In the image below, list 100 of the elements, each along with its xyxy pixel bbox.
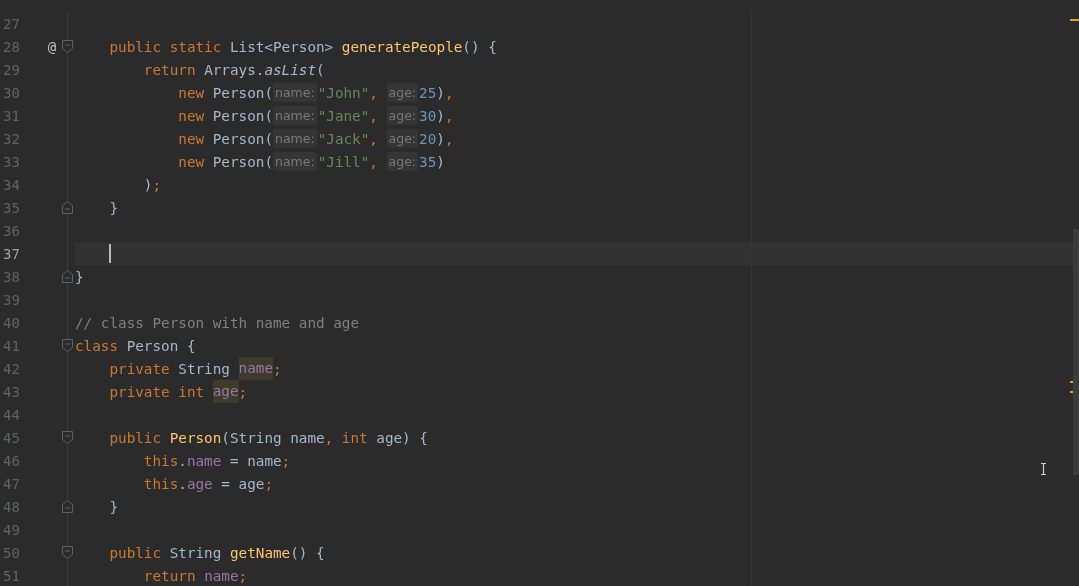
keyword: class: [75, 337, 120, 354]
code-text: Person(: [212, 84, 273, 101]
code-text: () {: [462, 38, 497, 55]
method-name: getName: [229, 544, 291, 561]
punctuation: ,: [369, 107, 379, 124]
number-literal: 30: [419, 107, 437, 124]
punctuation: ;: [281, 452, 291, 469]
punctuation: ,: [369, 153, 379, 170]
parameter-hint: age:: [386, 152, 419, 171]
method-name: Person: [169, 429, 222, 446]
scrollbar-thumb[interactable]: [1073, 229, 1079, 475]
punctuation: ,: [444, 107, 454, 124]
number-literal: 35: [419, 153, 437, 170]
number-literal: 20: [419, 130, 437, 147]
text-caret: [109, 244, 112, 263]
line-number: 33: [2, 153, 21, 170]
code-text: .: [178, 452, 187, 469]
punctuation: ,: [369, 130, 379, 147]
punctuation: ,: [324, 429, 335, 446]
fold-icon[interactable]: [62, 270, 73, 283]
fold-icon[interactable]: [62, 546, 73, 559]
fold-icon[interactable]: [62, 201, 73, 214]
punctuation: ;: [152, 176, 162, 193]
line-number: 46: [2, 452, 21, 469]
punctuation: ;: [264, 475, 273, 492]
fold-icon[interactable]: [62, 339, 73, 352]
line-number: 36: [2, 222, 21, 239]
parameter-hint: age:: [386, 129, 419, 148]
code-text: Person(: [212, 107, 273, 124]
comment: // class Person with name and age: [75, 314, 360, 331]
line-number: 34: [2, 176, 21, 193]
code-text: }: [75, 268, 84, 285]
code-text: ): [436, 130, 445, 147]
line-number: 51: [2, 567, 21, 584]
gutter-marker[interactable]: @: [47, 38, 57, 55]
fold-icon[interactable]: [62, 500, 73, 513]
keyword: public static: [108, 38, 223, 55]
line-number: 47: [2, 475, 21, 492]
string-literal: "Jill": [317, 153, 370, 170]
method-call: asList: [264, 61, 317, 78]
keyword: return: [142, 567, 197, 584]
line-number: 39: [2, 291, 21, 308]
line-number: 37: [2, 245, 21, 262]
fold-icon[interactable]: [62, 40, 73, 53]
line-number: 35: [2, 199, 21, 216]
parameter-hint: name:: [273, 83, 317, 102]
code-text: = age: [220, 475, 265, 492]
code-text: (: [316, 61, 325, 78]
parameter-hint: name:: [273, 106, 317, 125]
code-text: }: [108, 498, 119, 515]
line-number: 45: [2, 429, 21, 446]
string-literal: "John": [317, 84, 370, 101]
text-cursor-icon: [1040, 463, 1047, 475]
line-number: 41: [2, 337, 21, 354]
line-number: 28: [2, 38, 21, 55]
keyword: new: [177, 84, 206, 101]
keyword: return: [142, 61, 197, 78]
string-literal: "Jane": [317, 107, 370, 124]
punctuation: ,: [444, 130, 454, 147]
highlighted-field: name: [238, 357, 273, 380]
code-text: Person {: [126, 337, 196, 354]
line-number: 43: [2, 383, 21, 400]
code-text: String: [169, 544, 223, 561]
code-text: (String name: [221, 429, 325, 446]
keyword: this: [142, 475, 179, 492]
line-number: 31: [2, 107, 21, 124]
line-number: 48: [2, 498, 21, 515]
fold-icon[interactable]: [62, 431, 73, 444]
code-text: ): [436, 153, 445, 170]
parameter-hint: name:: [273, 129, 317, 148]
keyword: private int: [108, 383, 206, 400]
parameter-hint: name:: [273, 152, 317, 171]
code-text: = name: [228, 452, 282, 469]
keyword: this: [142, 452, 179, 469]
line-number: 29: [2, 61, 21, 78]
line-number: 49: [2, 521, 21, 538]
code-text: () {: [290, 544, 325, 561]
line-number: 32: [2, 130, 21, 147]
line-number: 27: [2, 15, 21, 32]
keyword: public: [108, 544, 163, 561]
keyword: int: [341, 429, 369, 446]
parameter-hint: age:: [386, 83, 419, 102]
method-name: generatePeople: [341, 38, 463, 55]
line-number: 38: [2, 268, 21, 285]
code-text: ): [436, 84, 445, 101]
code-text: List<Person>: [229, 38, 335, 55]
keyword: new: [177, 130, 206, 147]
code-text: .: [178, 475, 187, 492]
punctuation: ;: [238, 383, 248, 400]
code-text: Arrays.: [204, 61, 265, 78]
code-text: age) {: [376, 429, 428, 446]
parameter-hint: age:: [386, 106, 419, 125]
line-number: 50: [2, 544, 21, 561]
number-literal: 25: [419, 84, 437, 101]
punctuation: ,: [369, 84, 379, 101]
line-number: 42: [2, 360, 21, 377]
punctuation: ;: [273, 360, 282, 377]
punctuation: ,: [444, 84, 454, 101]
keyword: new: [177, 107, 206, 124]
field-name: name: [204, 567, 239, 584]
